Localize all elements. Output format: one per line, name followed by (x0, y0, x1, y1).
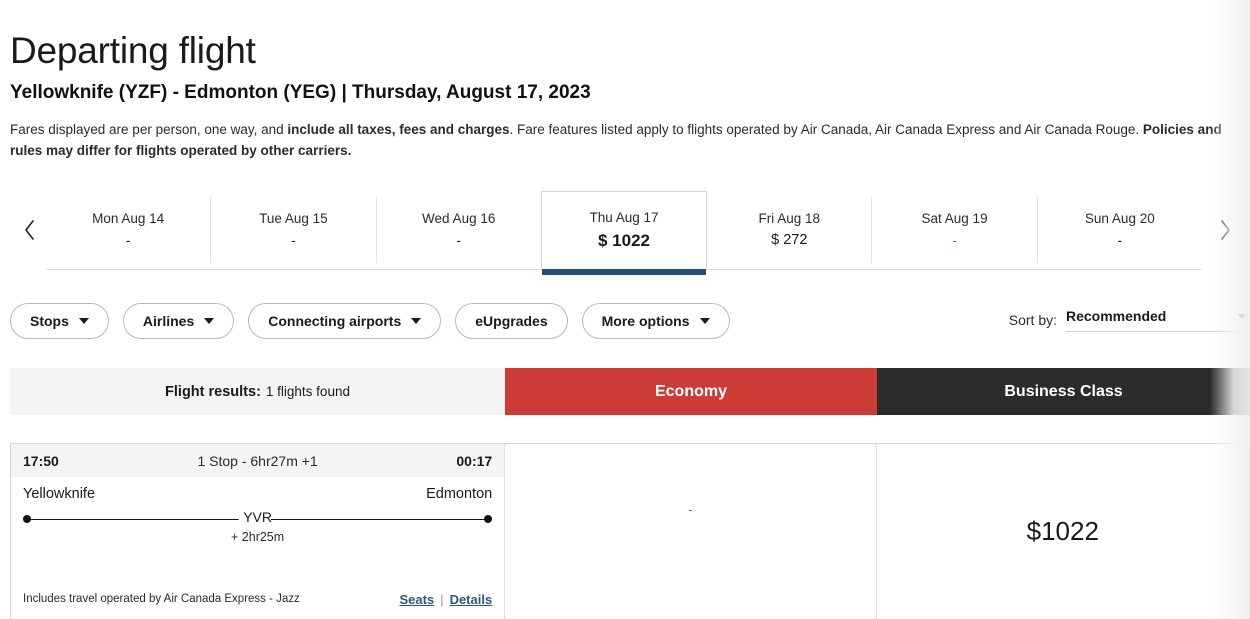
filter-stops-button[interactable]: Stops (10, 303, 109, 339)
route-line-graphic: YVR (23, 509, 493, 526)
filter-more-options-button[interactable]: More options (581, 303, 730, 339)
sort-by-label: Sort by: (1008, 312, 1057, 328)
filter-connecting-airports-button[interactable]: Connecting airports (248, 303, 442, 339)
operated-by-note: Includes travel operated by Air Canada E… (23, 593, 300, 605)
sort-by-control: Sort by: Recommended (1009, 308, 1250, 332)
date-cell-fare: - (291, 231, 296, 248)
flight-row-footer: Includes travel operated by Air Canada E… (23, 591, 492, 607)
prev-dates-arrow-icon[interactable] (16, 217, 42, 243)
selected-date-underline (541, 269, 707, 275)
results-label: Flight results: (165, 383, 261, 400)
business-fare-cell[interactable]: $1022 (877, 444, 1249, 619)
filter-bar: Stops Airlines Connecting airports eUpgrade… (10, 303, 730, 339)
date-cell-fare: - (952, 231, 957, 248)
filter-label: Connecting airports (268, 313, 402, 329)
chevron-down-icon (699, 318, 710, 324)
filter-label: More options (601, 313, 690, 329)
date-cell-sat-aug-19[interactable]: Sat Aug 19 - (871, 197, 1037, 263)
business-fare-value: $1022 (1026, 516, 1099, 546)
link-separator: | (440, 592, 444, 607)
date-cell-tue-aug-15[interactable]: Tue Aug 15 - (210, 197, 376, 263)
date-cell-fare: - (456, 231, 462, 248)
disclaimer-part-1: Fares displayed are per person, one way,… (10, 122, 288, 137)
flight-action-links: Seats | Details (399, 592, 492, 607)
disclaimer-part-2: . Fare features listed apply to flights … (509, 122, 1143, 137)
date-cell-label: Sun Aug 20 (1084, 210, 1155, 226)
filter-label: eUpgrades (475, 313, 548, 329)
date-cell-label: Sat Aug 19 (921, 210, 988, 226)
arrival-time: 00:17 (456, 452, 493, 469)
departure-time: 17:50 (23, 452, 59, 469)
results-count: 1 flights found (265, 384, 350, 399)
layover-duration: + 2hr25m (231, 530, 285, 544)
date-cell-fare: - (1117, 231, 1123, 248)
date-cell-fri-aug-18[interactable]: Fri Aug 18 $ 272 (707, 197, 872, 263)
route-segment-2 (271, 518, 487, 520)
chevron-down-icon (204, 318, 215, 324)
city-labels: Yellowknife Edmonton (23, 486, 492, 506)
results-count-cell: Flight results: 1 flights found (10, 368, 505, 415)
tab-economy[interactable]: Economy (505, 368, 877, 415)
date-cell-fare: $ 1022 (597, 230, 650, 250)
flight-summary: 1 Stop - 6hr27m +1 (197, 452, 318, 469)
filter-label: Stops (30, 313, 69, 329)
date-cell-sun-aug-20[interactable]: Sun Aug 20 - (1036, 197, 1202, 263)
seats-link[interactable]: Seats (399, 592, 434, 607)
page-title: Departing flight (10, 29, 256, 71)
flight-times-bar: 17:50 1 Stop - 6hr27m +1 00:17 (11, 444, 505, 477)
flight-result-row[interactable]: 17:50 1 Stop - 6hr27m +1 00:17 Yellowkni… (10, 443, 1250, 619)
date-cell-label: Tue Aug 15 (259, 210, 328, 226)
fare-disclaimer: Fares displayed are per person, one way,… (10, 119, 1235, 161)
results-header: Flight results: 1 flights found Economy … (10, 368, 1250, 415)
economy-fare-cell[interactable]: - (505, 444, 877, 619)
economy-fare-value: - (688, 502, 693, 517)
flight-itinerary-cell: 17:50 1 Stop - 6hr27m +1 00:17 Yellowkni… (11, 444, 506, 619)
chevron-down-icon (411, 318, 422, 324)
sort-by-select[interactable]: Recommended (1066, 308, 1250, 332)
date-cell-mon-aug-14[interactable]: Mon Aug 14 - (46, 197, 211, 263)
route-heading: Yellowknife (YZF) - Edmonton (YEG) | Thu… (10, 82, 591, 103)
disclaimer-bold-1: include all taxes, fees and charges (287, 122, 510, 137)
sort-by-value: Recommended (1066, 308, 1167, 324)
destination-city: Edmonton (426, 486, 493, 502)
filter-airlines-button[interactable]: Airlines (122, 303, 235, 339)
date-cell-label: Fri Aug 18 (758, 210, 821, 226)
origin-city: Yellowknife (23, 486, 96, 502)
date-cells-container: Mon Aug 14 - Tue Aug 15 - Wed Aug 16 - Thu Aug… (46, 191, 1202, 275)
tab-business-class[interactable]: Business Class (877, 368, 1250, 415)
route-segment-1 (29, 518, 243, 520)
date-cell-label: Thu Aug 17 (589, 209, 659, 225)
filter-label: Airlines (142, 313, 195, 329)
chevron-down-icon (1238, 313, 1246, 319)
filter-eupgrades-button[interactable]: eUpgrades (455, 303, 568, 339)
stop-airport-code: YVR (238, 509, 277, 525)
date-cell-fare: - (125, 231, 131, 248)
date-cell-fare: $ 272 (771, 231, 808, 248)
destination-dot-icon (484, 515, 493, 523)
date-cell-wed-aug-16[interactable]: Wed Aug 16 - (375, 197, 541, 263)
next-dates-arrow-icon[interactable] (1212, 217, 1238, 243)
date-strip: Mon Aug 14 - Tue Aug 15 - Wed Aug 16 - Thu Aug… (0, 191, 1250, 275)
date-cell-thu-aug-17[interactable]: Thu Aug 17 $ 1022 (540, 191, 708, 275)
date-cell-label: Wed Aug 16 (422, 210, 496, 226)
departing-flight-page: Departing flight Yellowknife (YZF) - Edm… (0, 0, 1250, 619)
date-cell-label: Mon Aug 14 (92, 210, 165, 226)
details-link[interactable]: Details (450, 592, 493, 607)
chevron-down-icon (78, 318, 89, 324)
